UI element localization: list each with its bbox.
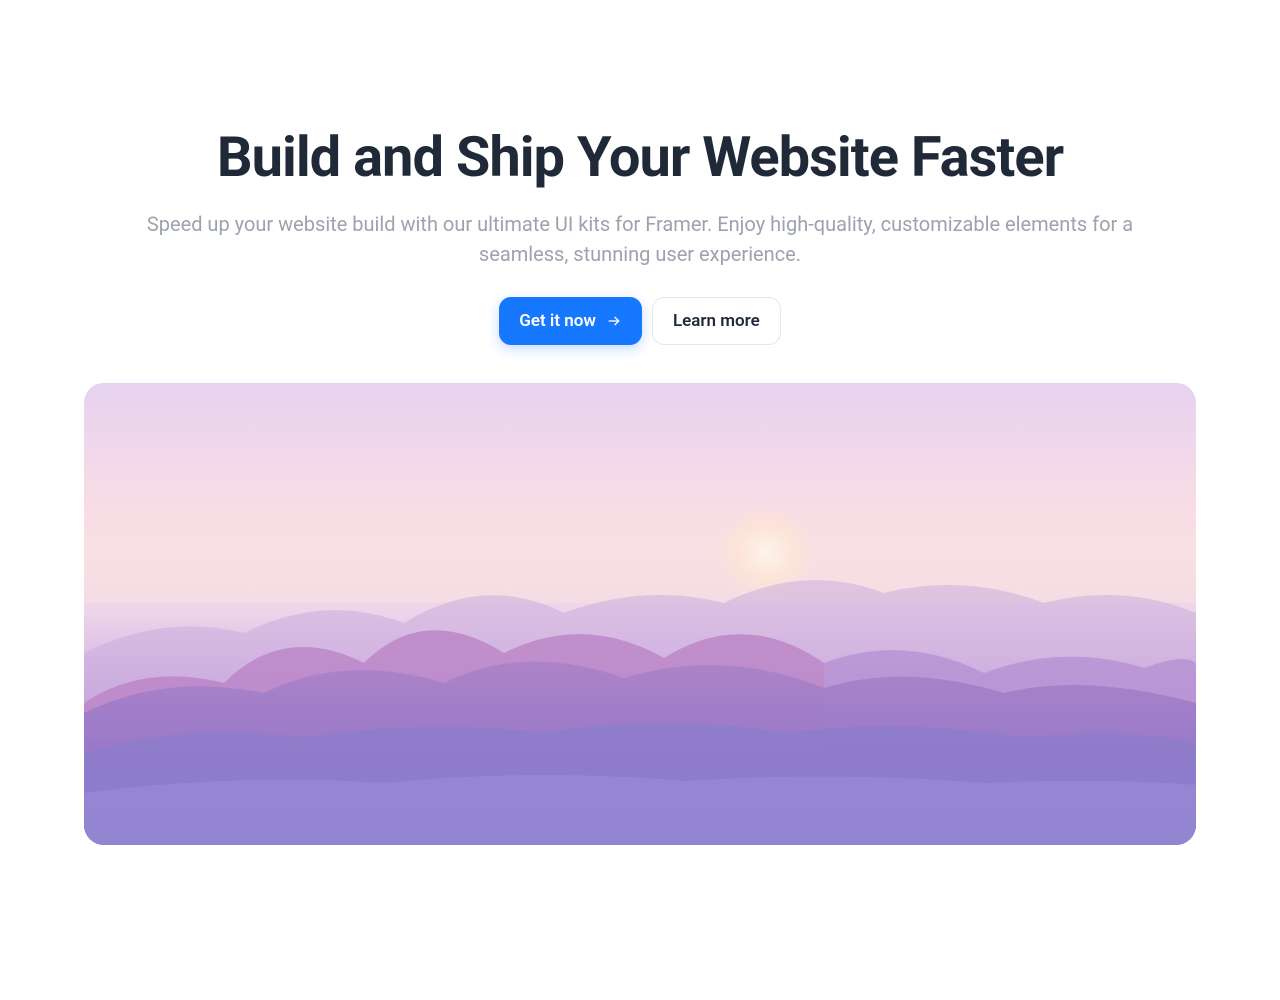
- arrow-right-icon: [606, 313, 622, 329]
- primary-button-label: Get it now: [519, 311, 596, 331]
- hero-image: [84, 383, 1196, 845]
- page-container: Build and Ship Your Website Faster Speed…: [0, 0, 1280, 845]
- button-group: Get it now Learn more: [100, 297, 1180, 345]
- get-it-now-button[interactable]: Get it now: [499, 297, 642, 345]
- hero-title: Build and Ship Your Website Faster: [100, 125, 1180, 189]
- secondary-button-label: Learn more: [673, 311, 760, 331]
- hero-subtitle: Speed up your website build with our ult…: [100, 209, 1180, 269]
- hero-section: Build and Ship Your Website Faster Speed…: [100, 0, 1180, 345]
- learn-more-button[interactable]: Learn more: [652, 297, 781, 345]
- mountain-layer-front: [84, 633, 1196, 845]
